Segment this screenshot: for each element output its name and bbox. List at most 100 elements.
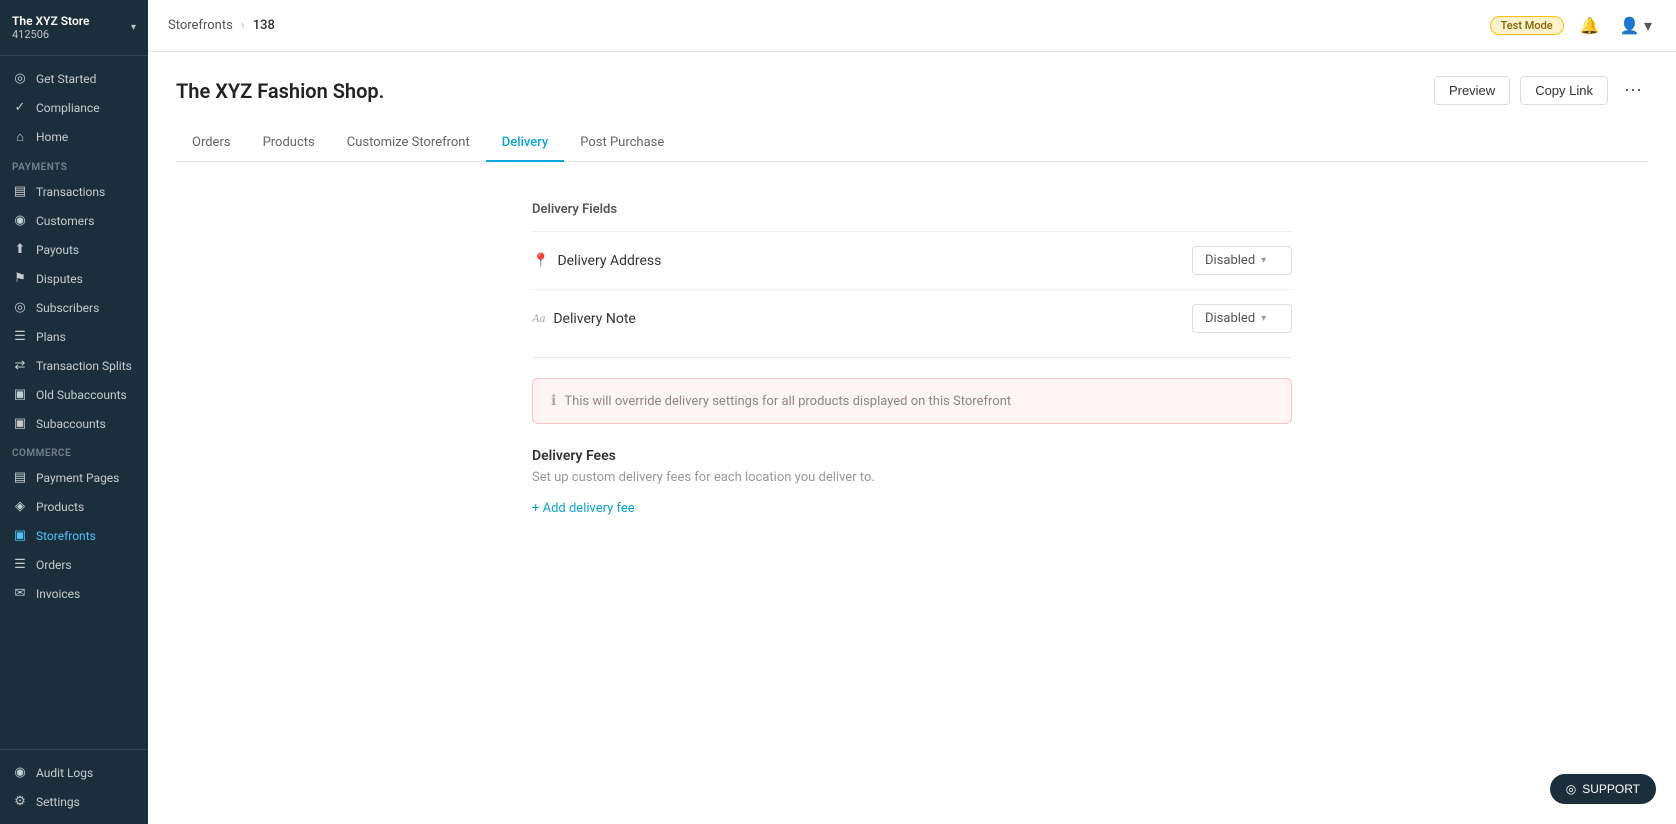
store-switcher[interactable]: The XYZ Store 412506 ▾ [0,0,148,56]
breadcrumb-separator: › [241,18,245,33]
sidebar-nav: ◎ Get Started ✓ Compliance ⌂ Home PAYMEN… [0,56,148,749]
sidebar-item-label: Customers [36,214,94,228]
audit-logs-icon: ◉ [12,765,28,780]
delivery-fees-heading: Delivery Fees [532,448,1292,464]
breadcrumb-id: 138 [253,18,275,33]
sidebar-item-settings[interactable]: ⚙ Settings [0,787,148,816]
tab-products[interactable]: Products [247,125,331,162]
copy-link-button[interactable]: Copy Link [1520,76,1608,105]
sidebar-item-compliance[interactable]: ✓ Compliance [0,93,148,122]
topbar: Storefronts › 138 Test Mode 🔔 👤 ▾ [148,0,1676,52]
main-area: Storefronts › 138 Test Mode 🔔 👤 ▾ The XY… [148,0,1676,824]
topbar-right: Test Mode 🔔 👤 ▾ [1490,12,1656,40]
sidebar-item-audit-logs[interactable]: ◉ Audit Logs [0,758,148,787]
payments-section-label: PAYMENTS [0,152,148,177]
warning-text: This will override delivery settings for… [564,394,1011,409]
store-name: The XYZ Store [12,14,89,28]
transaction-splits-icon: ⇄ [12,358,28,373]
tab-orders[interactable]: Orders [176,125,247,162]
sidebar-item-label: Home [36,130,68,144]
sidebar-item-customers[interactable]: ◉ Customers [0,206,148,235]
disputes-icon: ⚑ [12,271,28,286]
tab-customize-storefront[interactable]: Customize Storefront [331,125,486,162]
sidebar-item-transactions[interactable]: ▤ Transactions [0,177,148,206]
sidebar-item-label: Payouts [36,243,79,257]
sidebar-item-products[interactable]: ◈ Products [0,492,148,521]
sidebar-item-label: Subscribers [36,301,99,315]
sidebar-item-label: Subaccounts [36,417,106,431]
subaccounts-icon: ▣ [12,416,28,431]
settings-icon: ⚙ [12,794,28,809]
plans-icon: ☰ [12,329,28,344]
tab-post-purchase[interactable]: Post Purchase [564,125,680,162]
info-icon: ℹ [551,393,556,409]
storefronts-icon: ▣ [12,528,28,543]
page-actions: Preview Copy Link ⋯ [1434,76,1648,105]
sidebar-item-label: Invoices [36,587,80,601]
sidebar-item-disputes[interactable]: ⚑ Disputes [0,264,148,293]
compliance-icon: ✓ [12,100,28,115]
notification-bell-button[interactable]: 🔔 [1576,12,1604,40]
home-icon: ⌂ [12,129,28,145]
payouts-icon: ⬆ [12,242,28,257]
page-header: The XYZ Fashion Shop. Preview Copy Link … [176,76,1648,105]
sidebar-item-storefronts[interactable]: ▣ Storefronts [0,521,148,550]
sidebar-item-subaccounts[interactable]: ▣ Subaccounts [0,409,148,438]
sidebar-item-old-subaccounts[interactable]: ▣ Old Subaccounts [0,380,148,409]
sidebar-item-label: Transactions [36,185,105,199]
support-button[interactable]: ◎ SUPPORT [1550,774,1656,804]
sidebar-item-payouts[interactable]: ⬆ Payouts [0,235,148,264]
sidebar: The XYZ Store 412506 ▾ ◎ Get Started ✓ C… [0,0,148,824]
sidebar-item-payment-pages[interactable]: ▤ Payment Pages [0,463,148,492]
commerce-section-label: COMMERCE [0,438,148,463]
sidebar-item-label: Payment Pages [36,471,119,485]
support-icon: ◎ [1566,782,1576,796]
sidebar-item-subscribers[interactable]: ◎ Subscribers [0,293,148,322]
delivery-address-value: Disabled [1205,253,1255,268]
sidebar-item-label: Products [36,500,84,514]
invoices-icon: ✉ [12,586,28,601]
delivery-note-row: Aa Delivery Note Disabled ▾ [532,289,1292,347]
sidebar-item-label: Transaction Splits [36,359,132,373]
sidebar-item-get-started[interactable]: ◎ Get Started [0,64,148,93]
sidebar-item-label: Storefronts [36,529,96,543]
page-content: The XYZ Fashion Shop. Preview Copy Link … [148,52,1676,824]
delivery-fees-sub: Set up custom delivery fees for each loc… [532,470,1292,485]
sidebar-item-label: Old Subaccounts [36,388,127,402]
delivery-address-label: 📍 Delivery Address [532,253,661,269]
sidebar-item-label: Compliance [36,101,100,115]
breadcrumb-storefronts[interactable]: Storefronts [168,18,233,33]
subscribers-icon: ◎ [12,300,28,315]
test-mode-badge: Test Mode [1490,16,1564,35]
sidebar-item-label: Orders [36,558,72,572]
sidebar-item-label: Settings [36,795,80,809]
sidebar-item-orders[interactable]: ☰ Orders [0,550,148,579]
text-icon: Aa [532,311,545,326]
preview-button[interactable]: Preview [1434,76,1510,105]
payment-pages-icon: ▤ [12,470,28,485]
delivery-note-label: Aa Delivery Note [532,311,636,327]
sidebar-item-plans[interactable]: ☰ Plans [0,322,148,351]
transactions-icon: ▤ [12,184,28,199]
sidebar-item-invoices[interactable]: ✉ Invoices [0,579,148,608]
delivery-note-dropdown[interactable]: Disabled ▾ [1192,304,1292,333]
delivery-address-text: Delivery Address [557,253,661,269]
breadcrumb: Storefronts › 138 [168,18,275,33]
add-delivery-fee-link[interactable]: + Add delivery fee [532,501,635,516]
sidebar-item-transaction-splits[interactable]: ⇄ Transaction Splits [0,351,148,380]
more-options-button[interactable]: ⋯ [1618,76,1648,105]
sidebar-item-label: Audit Logs [36,766,93,780]
products-icon: ◈ [12,499,28,514]
delivery-content: Delivery Fields 📍 Delivery Address Disab… [532,192,1292,516]
tab-bar: Orders Products Customize Storefront Del… [176,125,1648,162]
warning-banner: ℹ This will override delivery settings f… [532,378,1292,424]
delivery-fields-section-title: Delivery Fields [532,192,1292,231]
tab-delivery[interactable]: Delivery [486,125,564,162]
delivery-address-row: 📍 Delivery Address Disabled ▾ [532,231,1292,289]
sidebar-item-label: Get Started [36,72,96,86]
delivery-address-dropdown[interactable]: Disabled ▾ [1192,246,1292,275]
sidebar-item-home[interactable]: ⌂ Home [0,122,148,152]
user-profile-button[interactable]: 👤 ▾ [1616,12,1656,40]
page-title: The XYZ Fashion Shop. [176,79,384,103]
sidebar-bottom: ◉ Audit Logs ⚙ Settings [0,749,148,824]
